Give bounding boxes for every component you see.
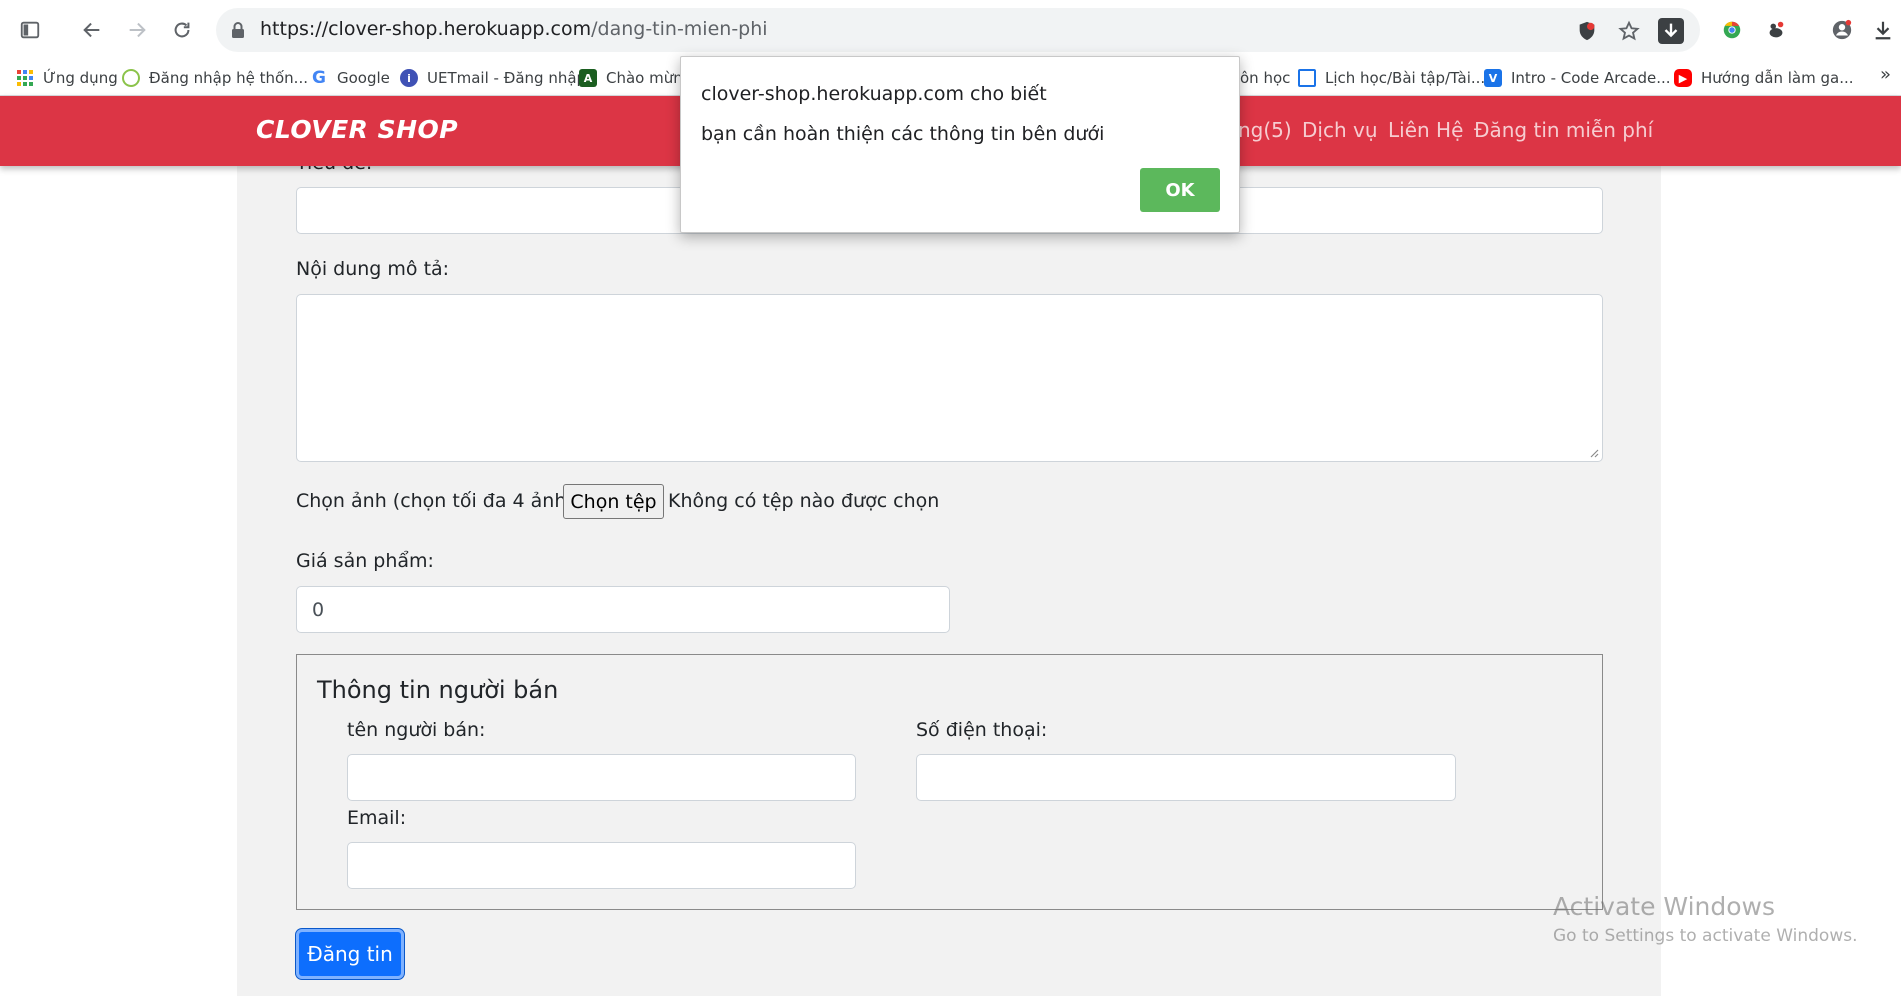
file-status-text: Không có tệp nào được chọn: [668, 490, 940, 512]
choose-file-button[interactable]: Chọn tệp: [563, 484, 664, 519]
phone-input[interactable]: [916, 754, 1456, 801]
reload-icon[interactable]: [166, 14, 198, 46]
dialog-origin-text: clover-shop.herokuapp.com cho biết: [701, 83, 1047, 105]
nav-link-cart[interactable]: ng(5): [1238, 118, 1292, 142]
alert-dialog: clover-shop.herokuapp.com cho biết bạn c…: [680, 56, 1240, 233]
image-label: Chọn ảnh (chọn tối đa 4 ảnh):: [296, 490, 581, 512]
bookmark-label: Hướng dẫn làm ga...: [1701, 69, 1854, 87]
url-host: https://clover-shop.herokuapp.com: [260, 18, 592, 40]
lock-icon[interactable]: [228, 20, 248, 40]
forward-icon[interactable]: [121, 14, 153, 46]
bookmark-label: Lịch học/Bài tập/Tài...: [1325, 69, 1486, 87]
submit-post-button[interactable]: Đăng tin: [296, 929, 404, 979]
download-icon[interactable]: [1658, 18, 1684, 44]
bookmark-course[interactable]: ôn học: [1240, 66, 1290, 90]
extension-puzzle-icon[interactable]: [1760, 14, 1792, 46]
bookmark-label: Intro - Code Arcade...: [1511, 69, 1671, 87]
bookmark-label: ôn học: [1240, 69, 1291, 87]
seller-name-input[interactable]: [347, 754, 856, 801]
windows-activation-hint: Go to Settings to activate Windows.: [1553, 926, 1858, 946]
windows-activation-title: Activate Windows: [1553, 892, 1775, 921]
dialog-message: bạn cần hoàn thiện các thông tin bên dướ…: [701, 123, 1105, 145]
bookmark-youtube[interactable]: ▶ Hướng dẫn làm ga...: [1674, 66, 1854, 90]
shield-icon[interactable]: [1574, 18, 1600, 44]
moodle-icon: A: [579, 69, 597, 87]
bookmark-uetmail[interactable]: i UETmail - Đăng nhập: [400, 66, 586, 90]
description-textarea[interactable]: [296, 294, 1603, 462]
url-path: /dang-tin-mien-phi: [591, 18, 768, 40]
globe-icon: [122, 69, 140, 87]
more-bookmarks-icon[interactable]: »: [1880, 64, 1891, 85]
seller-name-label: tên người bán:: [347, 719, 486, 741]
back-icon[interactable]: [76, 14, 108, 46]
downloads-icon[interactable]: [1870, 14, 1896, 46]
codesignal-icon: V: [1484, 69, 1502, 87]
sidebar-toggle-icon[interactable]: [14, 14, 46, 46]
bookmark-schedule[interactable]: Lịch học/Bài tập/Tài...: [1298, 66, 1485, 90]
description-label: Nội dung mô tả:: [296, 258, 450, 280]
nav-link-contact[interactable]: Liên Hệ: [1388, 118, 1463, 142]
bookmark-label: Ứng dụng: [43, 69, 118, 87]
email-label: Email:: [347, 807, 407, 829]
extension-chrome-icon[interactable]: [1716, 14, 1748, 46]
email-input[interactable]: [347, 842, 856, 889]
apps-grid-icon: [16, 69, 34, 87]
browser-toolbar: https://clover-shop.herokuapp.com/dang-t…: [0, 0, 1901, 60]
bookmark-label: UETmail - Đăng nhập: [427, 69, 587, 87]
google-icon: G: [312, 68, 326, 88]
bookmark-label: Google: [337, 69, 390, 87]
price-input[interactable]: 0: [296, 586, 950, 633]
bookmark-apps[interactable]: Ứng dụng: [16, 66, 118, 90]
resize-grip-icon[interactable]: [1589, 448, 1599, 458]
star-icon[interactable]: [1616, 18, 1642, 44]
bookmark-moodle[interactable]: A Chào mừn: [579, 66, 683, 90]
youtube-icon: ▶: [1674, 69, 1692, 87]
bookmark-label: Chào mừn: [606, 69, 683, 87]
info-icon: i: [400, 69, 418, 87]
brand-logo[interactable]: CLOVER SHOP: [256, 115, 458, 144]
profile-avatar-icon[interactable]: [1826, 14, 1858, 46]
dialog-ok-button[interactable]: OK: [1140, 168, 1220, 212]
nav-link-post-free[interactable]: Đăng tin miễn phí: [1474, 118, 1653, 142]
address-bar[interactable]: https://clover-shop.herokuapp.com/dang-t…: [216, 8, 1700, 52]
bookmark-label: Đăng nhập hệ thốn...: [149, 69, 308, 87]
bookmark-codesignal[interactable]: V Intro - Code Arcade...: [1484, 66, 1671, 90]
bookmark-login-system[interactable]: Đăng nhập hệ thốn...: [122, 66, 308, 90]
seller-info-legend: Thông tin người bán: [317, 676, 559, 704]
calendar-icon: [1298, 69, 1316, 87]
phone-label: Số điện thoại:: [916, 719, 1048, 741]
price-label: Giá sản phẩm:: [296, 550, 434, 572]
nav-link-services[interactable]: Dịch vụ: [1302, 118, 1378, 142]
bookmark-google[interactable]: G Google: [310, 66, 390, 90]
url-text[interactable]: https://clover-shop.herokuapp.com/dang-t…: [260, 18, 768, 40]
